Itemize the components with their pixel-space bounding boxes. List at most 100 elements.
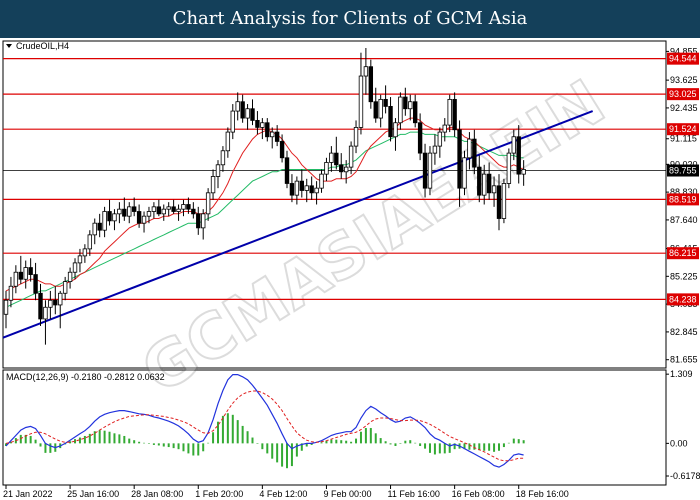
price-tick-label-2: 92.435	[670, 103, 698, 113]
candle-body	[309, 185, 314, 194]
candle-body	[166, 206, 171, 210]
candle-body	[107, 211, 112, 222]
candle-body	[383, 98, 388, 107]
candle-body	[417, 122, 423, 154]
time-tick-label-2: 28 Jan 08:00	[131, 489, 183, 499]
price-tick-label-1: 93.625	[670, 75, 698, 85]
candle-body	[48, 299, 53, 308]
candle-body	[339, 164, 344, 173]
candle-body	[304, 185, 309, 191]
candle-body	[82, 248, 88, 257]
candle-body	[447, 98, 452, 126]
symbol-label: CrudeOIL,H4	[16, 41, 69, 51]
time-tick-label-8: 18 Feb 16:00	[516, 489, 569, 499]
candle	[427, 146, 433, 196]
candle-body	[127, 206, 132, 217]
candle-body	[348, 145, 354, 168]
time-tick-label-3: 1 Feb 20:00	[195, 489, 243, 499]
candle-body	[403, 96, 408, 110]
candle-body	[255, 120, 260, 128]
candle-body	[62, 281, 68, 294]
candle-body	[156, 206, 162, 215]
level-tag-4: 88.519	[669, 194, 697, 204]
candle-body	[408, 101, 413, 110]
candle-body	[496, 185, 502, 219]
candle	[501, 178, 507, 224]
candle-body	[38, 292, 43, 320]
candle-body	[477, 166, 482, 196]
candle-body	[181, 204, 186, 210]
header-bar: Chart Analysis for Clients of GCM Asia	[0, 0, 700, 38]
chart-area: GCMASIAEAEIN 94.85593.62592.43591.11590.…	[0, 38, 700, 500]
candle	[506, 148, 512, 189]
time-tick-label-7: 16 Feb 08:00	[452, 489, 505, 499]
macd-tick-label-2: -0.6178	[670, 471, 700, 481]
candle-body	[334, 152, 339, 166]
candle-body	[161, 208, 166, 215]
macd-tick-label-1: 0.00	[670, 438, 688, 448]
candle-body	[77, 255, 83, 264]
candle-body	[58, 292, 63, 306]
time-tick-label-5: 9 Feb 00:00	[323, 489, 371, 499]
macd-tick-label-0: 1.309	[670, 369, 693, 379]
candle-body	[3, 299, 9, 315]
candle-body	[53, 299, 58, 306]
candle-body	[225, 131, 231, 152]
level-tag-3: 89.755	[669, 166, 697, 176]
level-tag-2: 91.524	[669, 124, 697, 134]
candle-body	[196, 213, 201, 229]
candle-body	[437, 131, 443, 147]
candle-body	[442, 124, 447, 133]
candle-body	[8, 285, 14, 301]
candle-body	[250, 108, 255, 121]
price-tick-label-11: 81.655	[670, 355, 698, 365]
candle-body	[235, 101, 240, 112]
candle-body	[486, 173, 492, 194]
candle-body	[353, 127, 359, 147]
candle	[462, 150, 467, 196]
candle-body	[506, 152, 512, 184]
candle-body	[23, 267, 28, 280]
candle-body	[319, 173, 324, 189]
candle-body	[136, 211, 142, 224]
candle-body	[422, 152, 428, 189]
candle-body	[43, 306, 48, 320]
time-tick-label-1: 25 Jan 16:00	[67, 489, 119, 499]
page-title: Chart Analysis for Clients of GCM Asia	[172, 8, 528, 29]
time-tick-label-0: 21 Jan 2022	[3, 489, 53, 499]
candle-body	[33, 274, 38, 294]
candle-body	[151, 206, 157, 212]
candle-body	[220, 150, 226, 166]
candle-body	[176, 208, 181, 212]
candle-body	[200, 213, 206, 229]
candle-body	[457, 129, 462, 189]
candle-body	[210, 176, 216, 194]
level-tag-0: 94.544	[669, 54, 697, 64]
candle-body	[491, 185, 497, 194]
price-tick-label-10: 82.845	[670, 327, 698, 337]
candle-body	[191, 208, 196, 215]
candle	[452, 92, 457, 137]
candle-body	[393, 122, 398, 138]
candle-body	[72, 262, 78, 273]
candle-body	[87, 234, 93, 250]
candle-body	[215, 164, 221, 177]
candle-body	[141, 215, 147, 224]
candle	[368, 59, 374, 109]
candle-body	[245, 108, 250, 119]
candle-body	[363, 66, 369, 77]
candle-body	[102, 211, 107, 231]
candle-body	[92, 222, 97, 236]
candle-body	[67, 271, 73, 282]
price-tick-label-8: 85.225	[670, 271, 698, 281]
candle-body	[368, 66, 374, 103]
candle-body	[171, 206, 176, 212]
price-tick-label-6: 87.640	[670, 215, 698, 225]
candle-body	[462, 157, 467, 189]
candle-body	[205, 192, 211, 215]
candle-body	[427, 152, 433, 189]
candle-body	[28, 267, 33, 275]
candle-body	[516, 136, 521, 175]
macd-panel	[2, 369, 667, 486]
candle-body	[511, 136, 516, 154]
